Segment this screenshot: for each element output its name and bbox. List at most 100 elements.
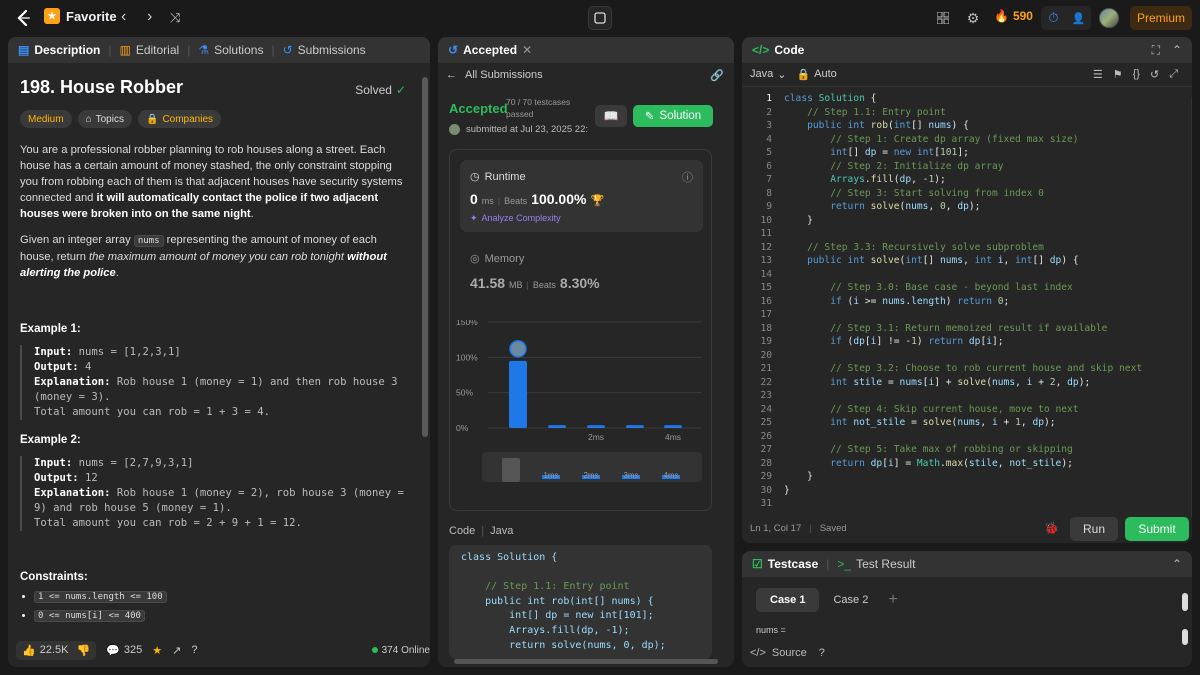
help-icon[interactable]: ? (191, 644, 197, 656)
tab-test-result[interactable]: >_ Test Result (837, 557, 915, 571)
tab-editorial[interactable]: ▥ Editorial (119, 43, 179, 57)
language-select[interactable]: Java ⌄ (750, 68, 786, 81)
beats-label: Beats (504, 196, 528, 206)
case-2-tab[interactable]: Case 2 (827, 588, 874, 612)
editorial-button[interactable]: 📖 (595, 105, 627, 127)
solution-button[interactable]: ✎ Solution (633, 105, 713, 127)
constraint-item: 0 <= nums[i] <= 400 (34, 610, 408, 622)
divider: | (497, 196, 501, 206)
code-text: // Step 3.0: Base case - beyond last ind… (830, 282, 1073, 294)
chevron-up-icon[interactable]: ⌃ (1172, 43, 1182, 57)
comments-button[interactable]: 💬 325 (106, 644, 142, 657)
settings-gear-icon[interactable]: ⚙ (964, 9, 982, 27)
star-icon[interactable]: ★ (152, 644, 162, 657)
code-line: 13 public int solve(int[] nums, int i, i… (742, 254, 1182, 268)
leetcode-logo-icon[interactable] (14, 8, 34, 28)
companies-tag[interactable]: 🔒 Companies (137, 110, 222, 128)
all-submissions-link[interactable]: All Submissions (465, 69, 543, 81)
auto-label: Auto (814, 68, 837, 80)
favorite-list[interactable]: ★ Favorite (44, 8, 117, 24)
like-button[interactable]: 👍 22.5K 👎 (16, 640, 97, 660)
line-number: 16 (760, 295, 772, 307)
description-icon: ▤ (18, 43, 30, 57)
format-icon[interactable]: ☰ (1093, 68, 1103, 81)
runtime-card[interactable]: ◷ Runtime ⓘ 0 ms | Beats 100.00% 🏆 ✦ Ana… (460, 160, 703, 232)
source-link[interactable]: </> Source ? (750, 647, 825, 659)
maximize-icon[interactable]: ⛶ (1152, 43, 1160, 58)
add-case-icon[interactable]: + (888, 591, 897, 609)
tab-submissions[interactable]: ↺ Submissions (283, 43, 366, 57)
next-problem-icon[interactable]: › (147, 8, 152, 26)
add-user-icon[interactable]: 👤 (1066, 6, 1091, 30)
expand-icon[interactable]: ⤢ (1169, 68, 1178, 81)
tab-accepted[interactable]: ↺ Accepted ✕ (448, 43, 532, 57)
share-icon[interactable]: ↗ (172, 644, 181, 657)
minimap-label: 4ms (663, 471, 678, 480)
code-editor[interactable]: 1 class Solution {2 // Step 1.1: Entry po… (742, 89, 1192, 512)
testcase-scrollbar[interactable] (1182, 593, 1188, 611)
tab-code[interactable]: </> Code (752, 43, 804, 57)
premium-button[interactable]: Premium (1130, 6, 1192, 30)
auto-toggle[interactable]: 🔒 Auto (796, 68, 836, 81)
fire-icon: 🔥 (994, 9, 1009, 23)
code-brackets-icon: </> (752, 43, 770, 57)
code-hscrollbar[interactable] (454, 659, 718, 664)
chevron-up-icon[interactable]: ⌃ (1172, 557, 1182, 571)
tab-testcase[interactable]: ☑ Testcase (752, 557, 818, 571)
description-scrollbar[interactable] (422, 77, 428, 437)
difficulty-tag[interactable]: Medium (20, 110, 72, 128)
code-text: int not_stile = solve(nums, i + 1, dp); (830, 417, 1056, 429)
debug-icon[interactable]: 🐞 (1044, 521, 1059, 535)
minimap-label: 2ms (583, 471, 598, 480)
run-button[interactable]: Run (1070, 517, 1118, 541)
example-1-explanation: Explanation: Rob house 1 (money = 1) and… (34, 375, 408, 405)
testcase-scrollbar-lower[interactable] (1182, 629, 1188, 645)
back-arrow-icon[interactable]: ← (446, 69, 457, 81)
shuffle-icon[interactable]: ⤨ (170, 10, 180, 26)
help-icon[interactable]: ? (819, 647, 825, 659)
code-text: } (784, 471, 813, 483)
bookmark-icon[interactable]: ⚑ (1113, 68, 1123, 81)
output-value: 4 (78, 361, 92, 373)
user-avatar[interactable] (1099, 8, 1119, 28)
reset-icon[interactable]: ↺ (1150, 68, 1159, 81)
tab-test-result-label: Test Result (856, 557, 916, 571)
code-line: 7 Arrays.fill(dp, -1); (742, 173, 1182, 187)
code-text: return dp[i] = Math.max(stile, not_stile… (830, 457, 1073, 469)
tab-description[interactable]: ▤ Description (18, 43, 100, 57)
constraint-code: 1 <= nums.length <= 100 (34, 591, 167, 603)
divider: | (481, 525, 485, 537)
constraints-list: 1 <= nums.length <= 100 0 <= nums[i] <= … (20, 591, 408, 622)
prev-problem-icon[interactable]: ‹ (121, 8, 126, 26)
tab-separator: | (826, 557, 830, 571)
note-icon (594, 12, 606, 24)
submit-button[interactable]: Submit (1125, 517, 1189, 541)
tab-solutions[interactable]: ⚗ Solutions (198, 43, 263, 57)
output-label: Output: (34, 472, 79, 484)
layout-grid-icon[interactable] (934, 9, 952, 27)
link-icon[interactable]: 🔗 (710, 69, 724, 82)
timer-icon[interactable]: ⏱ (1041, 6, 1066, 30)
analyze-complexity-link[interactable]: ✦ Analyze Complexity (470, 213, 693, 224)
streak-counter[interactable]: 🔥 590 (994, 9, 1033, 23)
braces-icon[interactable]: {} (1133, 68, 1140, 81)
line-number: 26 (760, 430, 772, 442)
notes-button[interactable] (588, 6, 612, 30)
close-tab-icon[interactable]: ✕ (522, 43, 532, 57)
thumbs-down-icon[interactable]: 👎 (76, 644, 90, 657)
code-line: Arrays.fill(dp, -1); (461, 624, 630, 636)
runtime-value: 0 (470, 191, 478, 207)
code-line: 6 // Step 2: Initialize dp array (742, 160, 1182, 174)
case-1-tab[interactable]: Case 1 (756, 588, 820, 612)
constraint-code: 0 <= nums[i] <= 400 (34, 610, 145, 622)
line-number: 9 (766, 201, 772, 213)
problem-title: 198. House Robber (20, 77, 184, 97)
info-icon[interactable]: ⓘ (682, 169, 693, 185)
clock-icon: ◷ (470, 171, 480, 183)
para2-italic: the maximum amount of money you can rob … (89, 251, 348, 263)
runtime-values: 0 ms | Beats 100.00% 🏆 (470, 191, 693, 207)
topics-tag[interactable]: ⌂ Topics (77, 110, 132, 128)
explanation-label: Explanation: (34, 487, 111, 499)
code-text: public int solve(int[] nums, int i, int[… (807, 255, 1079, 267)
memory-card[interactable]: ◎ Memory 41.58 MB | Beats 8.30% (470, 252, 600, 292)
